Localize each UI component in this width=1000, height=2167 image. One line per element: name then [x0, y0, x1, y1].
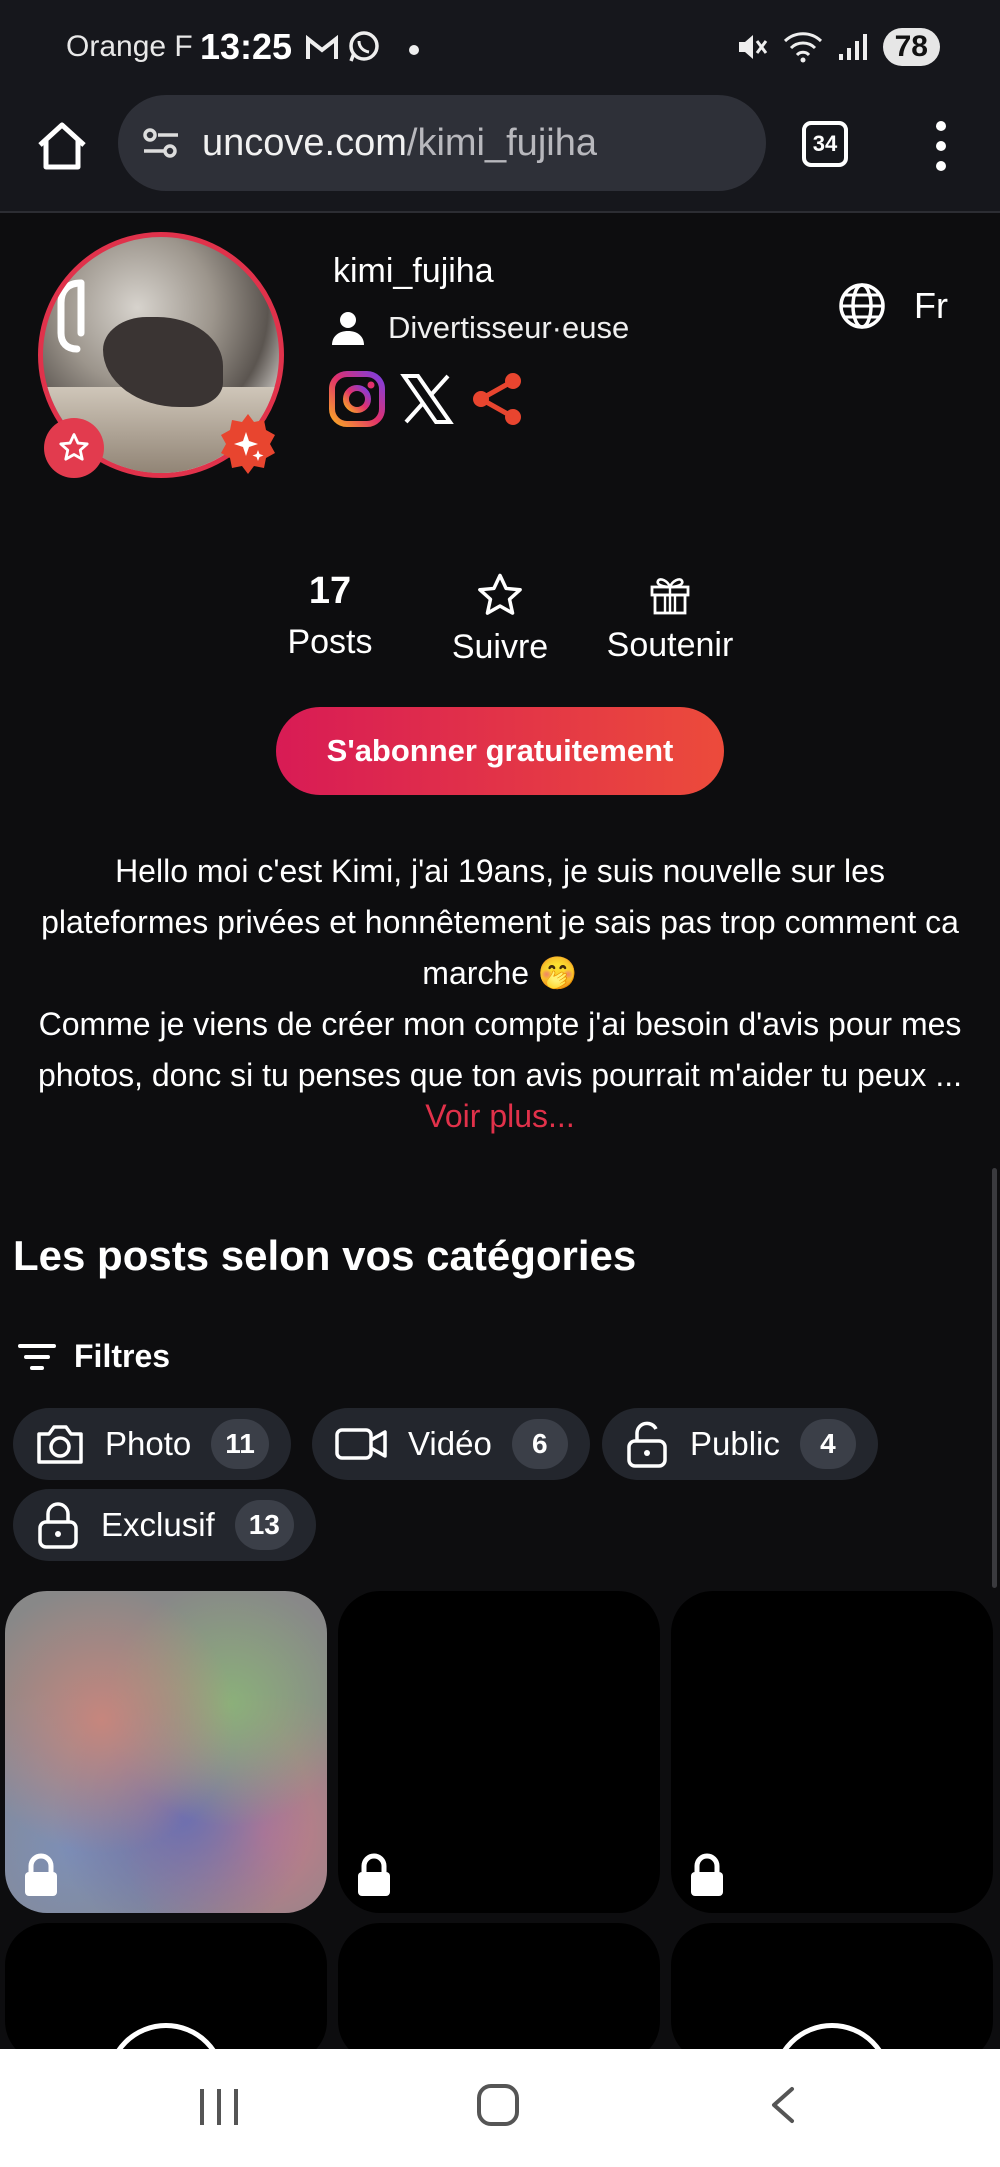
chip-label: Exclusif [101, 1506, 215, 1543]
filters-button[interactable]: Filtres [18, 1338, 170, 1375]
post-thumbnail[interactable] [5, 1923, 327, 2063]
address-bar[interactable]: uncove.com/kimi_fujiha [118, 95, 766, 191]
posts-section-title: Les posts selon vos catégories [13, 1232, 637, 1279]
clock: 13:25 [200, 26, 293, 67]
unlock-icon [627, 1421, 667, 1468]
follow-button[interactable]: Suivre [440, 570, 560, 667]
social-links [328, 370, 526, 428]
x-icon[interactable] [400, 372, 454, 426]
lock-icon [691, 1853, 723, 1896]
bio-line: plateformes privées et honnêtement je sa… [41, 904, 959, 940]
whatsapp-icon [349, 31, 379, 62]
language-label: Fr [914, 285, 948, 326]
status-bar: Orange F 13:25 78 [0, 0, 1000, 95]
profile-bio: Hello moi c'est Kimi, j'ai 19ans, je sui… [20, 846, 980, 1101]
chip-photo[interactable]: Photo 11 [13, 1408, 291, 1480]
url-host: uncove.com [202, 121, 407, 164]
lock-icon [38, 1502, 78, 1549]
creator-badge-icon [221, 414, 275, 474]
chip-public[interactable]: Public 4 [602, 1408, 878, 1480]
page-scrollbar[interactable] [992, 1168, 997, 1588]
chip-label: Photo [105, 1425, 192, 1462]
chip-label: Public [690, 1425, 780, 1462]
site-settings-icon[interactable] [140, 122, 182, 164]
camera-icon [37, 1425, 83, 1464]
more-notifications-dot [409, 45, 419, 55]
recent-apps-icon[interactable] [200, 2089, 238, 2125]
gmail-icon [306, 34, 338, 59]
profile-username: kimi_fujiha [333, 252, 494, 290]
subscribe-free-button[interactable]: S'abonner gratuitement [276, 707, 724, 795]
filter-icon [18, 1343, 56, 1370]
chip-count: 11 [211, 1419, 269, 1469]
see-more-link[interactable]: Voir plus... [0, 1098, 1000, 1135]
tab-switcher-button[interactable]: 34 [802, 121, 848, 167]
chip-count: 6 [511, 1419, 568, 1469]
browser-toolbar: uncove.com/kimi_fujiha 34 [0, 95, 1000, 213]
profile-role: Divertisseur·euse [330, 310, 629, 346]
follow-label: Suivre [451, 628, 549, 666]
lock-icon [358, 1853, 390, 1896]
chip-label: Vidéo [408, 1425, 492, 1462]
notification-icons [305, 30, 419, 64]
video-icon [335, 1428, 387, 1460]
home-nav-icon[interactable] [477, 2084, 519, 2126]
star-icon [478, 573, 522, 615]
gift-icon [650, 578, 690, 615]
post-thumbnail[interactable] [338, 1923, 660, 2063]
back-icon[interactable] [764, 2085, 804, 2125]
battery-indicator: 78 [882, 28, 940, 66]
support-label: Soutenir [606, 626, 734, 664]
brand-logo-icon [57, 279, 85, 353]
bio-line: Comme je viens de créer mon compte j'ai … [38, 1006, 962, 1042]
carrier-label: Orange F [66, 30, 193, 63]
globe-icon [839, 283, 885, 329]
star-badge-icon [44, 418, 104, 478]
chip-exclusive[interactable]: Exclusif 13 [13, 1489, 316, 1561]
chip-video[interactable]: Vidéo 6 [312, 1408, 590, 1480]
posts-count: 17 [308, 570, 352, 612]
stat-posts[interactable]: 17 Posts [280, 570, 380, 662]
post-thumbnail[interactable] [671, 1591, 993, 1913]
mute-icon [738, 35, 767, 59]
system-navigation-bar [0, 2049, 1000, 2167]
profile-avatar[interactable] [38, 232, 284, 478]
person-icon [332, 312, 364, 345]
language-selector[interactable]: Fr [838, 282, 948, 330]
chip-count: 4 [799, 1419, 856, 1469]
bio-line: Hello moi c'est Kimi, j'ai 19ans, je sui… [115, 853, 885, 889]
system-icons: 78 [735, 28, 940, 66]
bio-line: marche 🤭 [422, 955, 578, 991]
browser-menu-icon[interactable] [928, 121, 954, 171]
lock-icon [25, 1853, 57, 1896]
chip-count: 13 [234, 1500, 294, 1550]
home-icon[interactable] [32, 117, 92, 177]
share-icon[interactable] [468, 370, 526, 428]
role-label: Divertisseur·euse [388, 310, 630, 345]
post-thumbnail[interactable] [5, 1591, 327, 1913]
signal-icon [838, 34, 867, 60]
url-text[interactable]: uncove.com/kimi_fujiha [202, 122, 597, 165]
support-button[interactable]: Soutenir [598, 570, 742, 665]
url-path: /kimi_fujiha [406, 121, 597, 164]
post-thumbnail[interactable] [338, 1591, 660, 1913]
posts-label: Posts [287, 623, 373, 661]
post-thumbnail[interactable] [671, 1923, 993, 2063]
wifi-6e-icon [783, 32, 822, 63]
bio-line: photos, donc si tu penses que ton avis p… [38, 1057, 962, 1093]
instagram-icon[interactable] [328, 370, 386, 428]
filters-label: Filtres [74, 1338, 171, 1374]
